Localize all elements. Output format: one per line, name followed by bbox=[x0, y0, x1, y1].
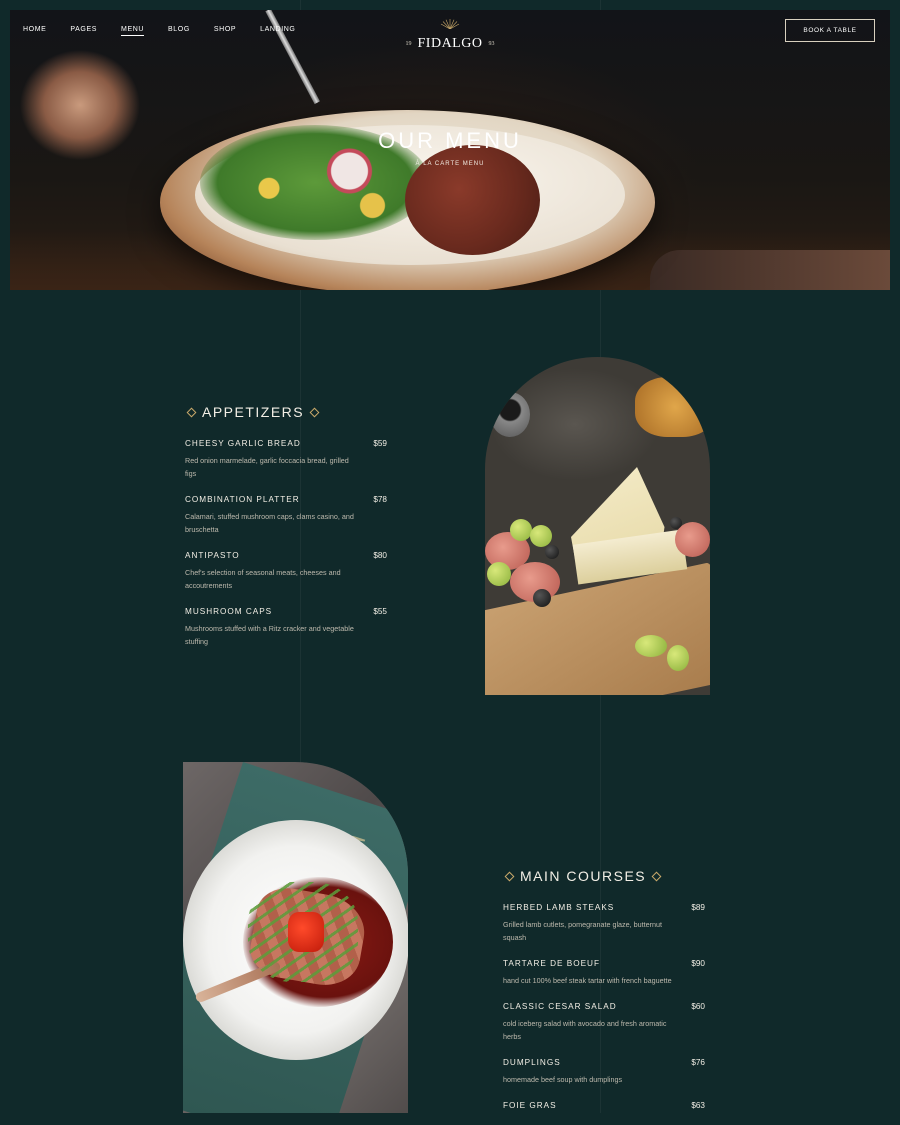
nav-item-pages[interactable]: PAGES bbox=[70, 26, 97, 36]
diamond-icon bbox=[186, 407, 197, 417]
grape-shape bbox=[667, 645, 689, 671]
logo-year-left: 19 bbox=[405, 41, 412, 47]
menu-item-name: MUSHROOM CAPS bbox=[185, 607, 273, 616]
menu-item: CHEESY GARLIC BREAD $59 Red onion marmel… bbox=[185, 439, 387, 480]
menu-item-desc: cold iceberg salad with avocado and fres… bbox=[503, 1019, 667, 1041]
nav-item-landing[interactable]: LANDING bbox=[260, 26, 295, 36]
page-title: OUR MENU bbox=[378, 128, 522, 153]
logo-name: FIDALGO bbox=[417, 36, 483, 51]
menu-item-name: HERBED LAMB STEAKS bbox=[503, 903, 615, 912]
menu-item-price: $59 bbox=[373, 439, 387, 448]
ham-shape bbox=[675, 522, 710, 557]
menu-item: DUMPLINGS $76 homemade beef soup with du… bbox=[503, 1058, 705, 1086]
menu-item-desc: Mushrooms stuffed with a Ritz cracker an… bbox=[185, 624, 354, 646]
main-courses-title-text: MAIN COURSES bbox=[520, 868, 647, 884]
page-subtitle: À LA CARTE MENU bbox=[415, 161, 485, 167]
nav-item-home[interactable]: HOME bbox=[23, 26, 46, 36]
hero-arm bbox=[650, 250, 890, 290]
menu-item-desc: hand cut 100% beef steak tartar with fre… bbox=[503, 976, 672, 985]
grape-shape bbox=[510, 519, 532, 541]
lamb-dish-photo: M bbox=[183, 762, 408, 1113]
book-table-button[interactable]: BOOK A TABLE bbox=[785, 19, 875, 42]
menu-item-name: CHEESY GARLIC BREAD bbox=[185, 439, 301, 448]
nav-item-menu[interactable]: MENU bbox=[121, 26, 145, 36]
diamond-icon bbox=[309, 407, 320, 417]
menu-item-price: $90 bbox=[691, 959, 705, 968]
menu-item: CLASSIC CESAR SALAD $60 cold iceberg sal… bbox=[503, 1002, 705, 1043]
menu-item-price: $76 bbox=[691, 1058, 705, 1067]
appetizers-list: CHEESY GARLIC BREAD $59 Red onion marmel… bbox=[185, 439, 387, 663]
menu-item-price: $60 bbox=[691, 1002, 705, 1011]
menu-item-price: $78 bbox=[373, 495, 387, 504]
diamond-icon bbox=[651, 871, 662, 881]
menu-item: FOIE GRAS $63 bbox=[503, 1101, 705, 1110]
menu-item-name: DUMPLINGS bbox=[503, 1058, 561, 1067]
menu-item-name: CLASSIC CESAR SALAD bbox=[503, 1002, 617, 1011]
site-logo[interactable]: 19 FIDALGO 93 bbox=[400, 16, 500, 52]
bread-shape bbox=[635, 377, 710, 437]
pepper-shape bbox=[288, 912, 324, 952]
grape-shape bbox=[530, 525, 552, 547]
olive-shape bbox=[533, 589, 551, 607]
diamond-icon bbox=[504, 871, 515, 881]
menu-item-desc: homemade beef soup with dumplings bbox=[503, 1075, 623, 1084]
menu-item-name: COMBINATION PLATTER bbox=[185, 495, 300, 504]
olive-shape bbox=[670, 517, 682, 529]
olive-shape bbox=[545, 545, 559, 559]
nav-item-shop[interactable]: SHOP bbox=[214, 26, 236, 36]
menu-item-price: $80 bbox=[373, 551, 387, 560]
menu-item-price: $89 bbox=[691, 903, 705, 912]
menu-item-price: $63 bbox=[691, 1101, 705, 1110]
fork-icon bbox=[265, 10, 320, 105]
menu-item-desc: Calamari, stuffed mushroom caps, clams c… bbox=[185, 512, 354, 534]
nav-item-blog[interactable]: BLOG bbox=[168, 26, 190, 36]
menu-item-name: FOIE GRAS bbox=[503, 1101, 557, 1110]
appetizers-title: APPETIZERS bbox=[185, 404, 321, 420]
logo-year-right: 93 bbox=[488, 41, 495, 47]
menu-item: HERBED LAMB STEAKS $89 Grilled lamb cutl… bbox=[503, 903, 705, 944]
menu-item: COMBINATION PLATTER $78 Calamari, stuffe… bbox=[185, 495, 387, 536]
main-courses-list: HERBED LAMB STEAKS $89 Grilled lamb cutl… bbox=[503, 903, 705, 1125]
menu-item-name: ANTIPASTO bbox=[185, 551, 240, 560]
menu-item-price: $55 bbox=[373, 607, 387, 616]
menu-item: MUSHROOM CAPS $55 Mushrooms stuffed with… bbox=[185, 607, 387, 648]
grape-shape bbox=[635, 635, 667, 657]
main-nav: HOME PAGES MENU BLOG SHOP LANDING bbox=[23, 26, 319, 36]
menu-item-name: TARTARE DE BOEUF bbox=[503, 959, 600, 968]
cheese-board-photo bbox=[485, 357, 710, 695]
menu-item-desc: Red onion marmelade, garlic foccacia bre… bbox=[185, 456, 349, 478]
menu-item-desc: Chef's selection of seasonal meats, chee… bbox=[185, 568, 341, 590]
menu-item-desc: Grilled lamb cutlets, pomegranate glaze,… bbox=[503, 920, 663, 942]
menu-item: ANTIPASTO $80 Chef's selection of season… bbox=[185, 551, 387, 592]
fan-icon bbox=[440, 19, 460, 30]
appetizers-title-text: APPETIZERS bbox=[202, 404, 305, 420]
grape-shape bbox=[487, 562, 511, 586]
main-courses-title: MAIN COURSES bbox=[503, 868, 663, 884]
menu-item: TARTARE DE BOEUF $90 hand cut 100% beef … bbox=[503, 959, 705, 987]
bowl-shape bbox=[490, 392, 530, 437]
